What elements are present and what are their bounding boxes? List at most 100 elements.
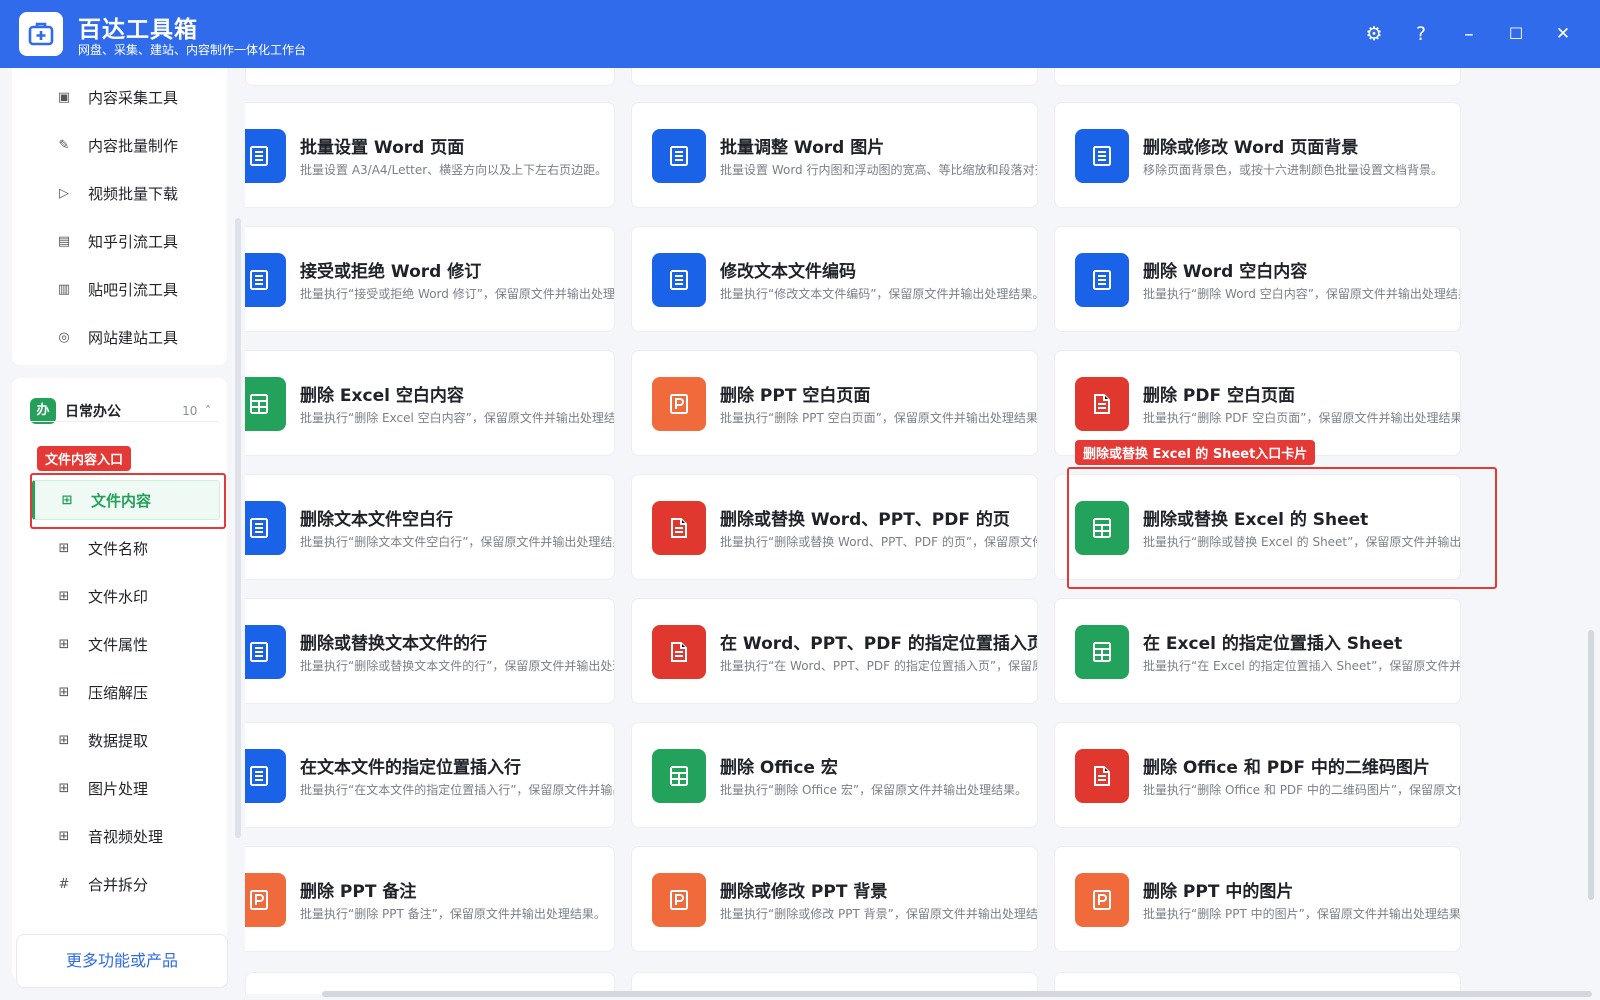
word-file-icon [652,253,706,307]
horizontal-scrollbar[interactable] [322,991,1592,997]
title-bar: 百达工具箱 网盘、采集、建站、内容制作一体化工作台 ⚙ ? – ☐ ✕ [0,0,1600,68]
tool-card-description: 批量执行“在 Excel 的指定位置插入 Sheet”，保留原文件并输出处理结果… [1143,659,1461,673]
sidebar-item-label: 内容采集工具 [88,88,179,107]
tool-card[interactable]: 删除或替换 Word、PPT、PDF 的页 批量执行“删除或替换 Word、PPT… [631,474,1038,580]
card-annotation-tag: 删除或替换 Excel 的 Sheet入口卡片 [1075,440,1316,465]
sidebar-item[interactable]: ▷ 视频批量下载 [32,173,220,213]
zhihu-icon: ▤ [57,233,71,249]
sidebar-item[interactable]: ⊞ 数据提取 [32,720,220,760]
ppt-file-icon [652,873,706,927]
sidebar-item-label: 合并拆分 [88,875,149,894]
tool-card-title: 批量设置 Word 页面 [300,138,465,158]
minimize-button[interactable]: – [1455,20,1483,48]
sidebar-item[interactable]: ✎ 内容批量制作 [32,125,220,165]
tool-card[interactable]: 删除或修改 PPT 背景批量执行“删除或修改 PPT 背景”，保留原文件并输出处… [631,846,1038,952]
tool-card-title: 删除 PPT 空白页面 [720,386,871,406]
grid-icon: ⊞ [58,588,70,604]
tieba-icon: ▥ [57,281,71,297]
word-file-icon [245,749,286,803]
word-file-icon [245,625,286,679]
grid-icon: ⊞ [58,540,70,556]
tool-card[interactable]: 批量设置 Word 页面 批量设置 A3/A4/Letter、横竖方向以及上下左右… [245,102,615,208]
tool-card-title: 删除或修改 Word 页面背景 [1143,138,1359,158]
tool-card[interactable]: 删除 Office 宏批量执行“删除 Office 宏”，保留原文件并输出处理结… [631,722,1038,828]
tool-card-description: 批量执行“删除 Excel 空白内容”，保留原文件并输出处理结果。 [300,411,615,425]
pdf-file-icon [652,501,706,555]
tool-card-description: 批量执行“删除 PDF 空白页面”，保留原文件并输出处理结果。 [1143,411,1461,425]
chevron-up-icon: ˄ [205,404,211,418]
toolbox-logo-icon [19,12,63,56]
tool-card-description: 批量执行“修改文本文件编码”，保留原文件并输出处理结果。 [720,287,1038,301]
collect-icon: ▣ [57,89,71,105]
tool-card-description: 批量执行“删除 PPT 中的图片”，保留原文件并输出处理结果。 [1143,907,1461,921]
sidebar-item[interactable]: ⊞ 文件属性 [32,624,220,664]
tool-card-description: 批量执行“在 Word、PPT、PDF 的指定位置插入页”，保留原文件并输出处理… [720,659,1037,673]
tool-card[interactable]: 在 Excel 的指定位置插入 Sheet 批量执行“在 Excel 的指定位置插… [1054,598,1461,704]
tool-card-title: 在 Excel 的指定位置插入 Sheet [1143,634,1403,654]
sidebar-item[interactable]: ⊞ 文件水印 [32,576,220,616]
tool-card[interactable]: 在 Word、PPT、PDF 的指定位置插入页批量执行“在 Word、PPT、P… [631,598,1038,704]
tool-card-description: 批量执行“删除 PPT 备注”，保留原文件并输出处理结果。 [300,907,606,921]
tool-card-title: 在 Word、PPT、PDF 的指定位置插入页 [720,634,1038,654]
sidebar-item-label: 网站建站工具 [88,328,179,347]
sidebar-item[interactable]: ⊞ 压缩解压 [32,672,220,712]
word-file-icon [245,501,286,555]
edit-icon: ✎ [58,137,70,153]
sidebar-item-label: 音视频处理 [88,827,164,846]
tool-card[interactable]: 删除文本文件空白行 批量执行“删除文本文件空白行”，保留原文件并输出处理结果。 [245,474,615,580]
excel-file-icon [1075,625,1129,679]
tool-card-title: 删除 Office 和 PDF 中的二维码图片 [1143,758,1430,778]
tool-card[interactable]: 删除或替换文本文件的行批量执行“删除或替换文本文件的行”，保留原文件并输出处理结… [245,598,615,704]
sidebar-item[interactable]: ⊞ 图片处理 [32,768,220,808]
tool-card-description: 批量执行“接受或拒绝 Word 修订”，保留原文件并输出处理结果。 [300,287,615,301]
pdf-file-icon [1075,749,1129,803]
tool-card-description: 批量执行“删除或替换 Word、PPT、PDF 的页”，保留原文件并输出处理结果… [720,535,1037,549]
tool-card[interactable]: 接受或拒绝 Word 修订 批量执行“接受或拒绝 Word 修订”，保留原文件并输… [245,226,615,332]
close-button[interactable]: ✕ [1549,20,1577,48]
tool-card-description: 移除页面背景色，或按十六进制颜色批量设置文档背景。 [1143,163,1444,177]
settings-gear-icon[interactable]: ⚙ [1360,20,1388,48]
tool-card[interactable]: 删除或修改 Word 页面背景移除页面背景色，或按十六进制颜色批量设置文档背景。 [1054,102,1461,208]
sidebar-item[interactable]: ▥ 贴吧引流工具 [32,269,220,309]
office-group-header[interactable]: 办 日常办公 10 ˄ [18,388,223,434]
tool-card-description: 批量执行“删除或修改 PPT 背景”，保留原文件并输出处理结果。 [720,907,1038,921]
tool-card-title: 在文本文件的指定位置插入行 [300,758,521,778]
tool-card[interactable]: 删除 Excel 空白内容 批量执行“删除 Excel 空白内容”，保留原文件并输… [245,350,615,456]
tool-card-description: 批量执行“删除 Office 和 PDF 中的二维码图片”，保留原文件并输出处理… [1143,783,1460,797]
tool-card[interactable]: 删除 PPT 中的图片 批量执行“删除 PPT 中的图片”，保留原文件并输出处理结… [1054,846,1461,952]
sidebar-item[interactable]: ⊞ 文件名称 [32,528,220,568]
help-icon[interactable]: ? [1407,20,1435,48]
tool-card[interactable]: 删除 PPT 空白页面 批量执行“删除 PPT 空白页面”，保留原文件并输出处理结… [631,350,1038,456]
tool-card[interactable]: 修改文本文件编码 批量执行“修改文本文件编码”，保留原文件并输出处理结果。 [631,226,1038,332]
maximize-button[interactable]: ☐ [1502,20,1530,48]
vertical-scrollbar[interactable] [1588,630,1594,900]
tool-card[interactable]: 删除 PPT 备注 批量执行“删除 PPT 备注”，保留原文件并输出处理结果。 [245,846,615,952]
more-features-button[interactable]: 更多功能或产品 [16,934,228,988]
tool-card-title: 删除 Office 宏 [720,758,838,778]
tool-card-title: 删除 PDF 空白页面 [1143,386,1296,406]
card-partial-top [631,68,1038,86]
pdf-file-icon [1075,377,1129,431]
office-group-count: 10 ˄ [182,404,211,418]
office-group-label: 日常办公 [65,404,121,420]
tool-card-description: 批量执行“在文本文件的指定位置插入行”，保留原文件并输出处理结果。 [300,783,614,797]
sidebar-item[interactable]: # 合并拆分 [32,864,220,904]
tool-card-title: 删除或修改 PPT 背景 [720,882,888,902]
excel-file-icon [245,377,286,431]
sidebar-item-label: 文件名称 [88,539,149,558]
tool-card-title: 删除或替换文本文件的行 [300,634,487,654]
tool-card[interactable]: 删除 Office 和 PDF 中的二维码图片批量执行“删除 Office 和 … [1054,722,1461,828]
pdf-file-icon [652,625,706,679]
sidebar-item[interactable]: ▤ 知乎引流工具 [32,221,220,261]
sidebar-scrollbar[interactable] [235,218,241,838]
card-highlight-box [1067,467,1497,589]
word-file-icon [245,253,286,307]
grid-icon: ⊞ [58,732,70,748]
sidebar-item-label: 贴吧引流工具 [88,280,179,299]
tool-card[interactable]: 在文本文件的指定位置插入行批量执行“在文本文件的指定位置插入行”，保留原文件并输… [245,722,615,828]
sidebar-item[interactable]: ⊞ 音视频处理 [32,816,220,856]
tool-card[interactable]: 删除 Word 空白内容 批量执行“删除 Word 空白内容”，保留原文件并输出处… [1054,226,1461,332]
tool-card[interactable]: 批量调整 Word 图片 批量设置 Word 行内图和浮动图的宽高、等比缩放和段落… [631,102,1038,208]
sidebar-item[interactable]: ◎ 网站建站工具 [32,317,220,357]
sidebar-item[interactable]: ▣ 内容采集工具 [32,77,220,117]
